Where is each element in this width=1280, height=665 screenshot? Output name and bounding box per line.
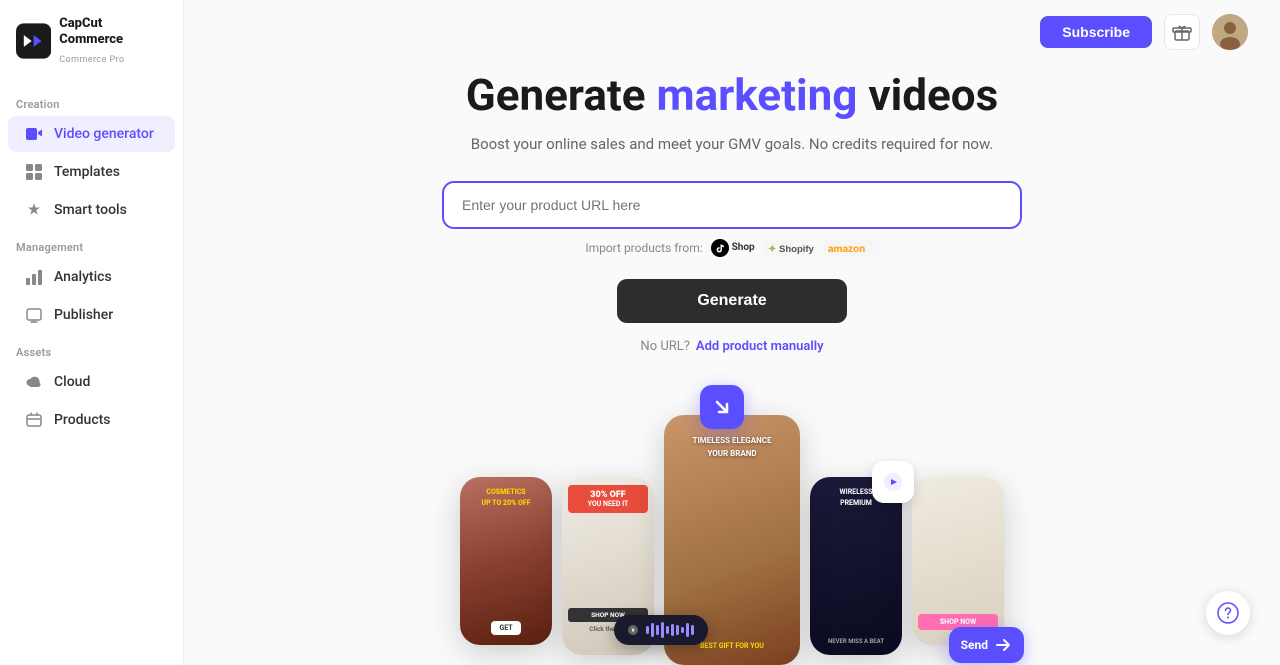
phone-model-container: Send SHOP NOW — [912, 477, 1004, 645]
video-icon — [24, 124, 44, 144]
app-logo: CapCut Commerce Commerce Pro — [0, 16, 183, 86]
amazon-logo: amazon — [823, 239, 879, 257]
gift-button[interactable] — [1164, 14, 1200, 50]
waveform-badge: ⏸ — [614, 615, 708, 645]
sidebar-item-label: Video generator — [54, 126, 154, 142]
sidebar-item-label: Smart tools — [54, 202, 127, 218]
preview-area: COSMETICSUP TO 20% OFF GET 30% OFF YOU N… — [402, 385, 1062, 665]
play-badge — [872, 461, 914, 503]
sidebar-item-products[interactable]: Products — [8, 402, 175, 438]
sidebar-section-management: Management — [0, 229, 183, 258]
sidebar-item-templates[interactable]: Templates — [8, 154, 175, 190]
sidebar: CapCut Commerce Commerce Pro Creation Vi… — [0, 0, 184, 665]
platform-logos: Shop ✦ Shopify amazon — [711, 239, 879, 257]
send-badge: Send — [949, 627, 1024, 663]
sidebar-item-analytics[interactable]: Analytics — [8, 259, 175, 295]
sidebar-section-creation: Creation — [0, 86, 183, 115]
generate-button[interactable]: Generate — [617, 279, 846, 323]
avatar-image — [1212, 14, 1248, 50]
add-product-link[interactable]: Add product manually — [696, 339, 824, 354]
phone-fashion-text: TIMELESS ELEGANCEYour Brand — [674, 435, 790, 461]
hero-subtitle: Boost your online sales and meet your GM… — [471, 135, 994, 153]
send-icon — [994, 636, 1012, 654]
gift-icon — [1172, 22, 1192, 42]
smart-tools-icon — [24, 200, 44, 220]
tiktok-shop-logo: Shop — [711, 239, 755, 257]
phone-fashion-container: ⏸ TIMELESS ELEGANCEYour Brand BEST GIFT … — [664, 415, 800, 665]
no-url-label: No URL? — [640, 339, 690, 354]
arrow-down-right-icon — [712, 397, 732, 417]
play-icon — [883, 472, 903, 492]
phone-cta: GET — [460, 615, 552, 635]
products-icon — [24, 410, 44, 430]
svg-text:amazon: amazon — [828, 244, 865, 255]
sidebar-item-smart-tools[interactable]: Smart tools — [8, 192, 175, 228]
sidebar-item-label: Templates — [54, 164, 120, 180]
no-url-row: No URL? Add product manually — [640, 339, 823, 354]
header: Subscribe — [184, 0, 1280, 64]
sidebar-item-label: Products — [54, 412, 111, 428]
sidebar-item-label: Cloud — [54, 374, 90, 390]
analytics-icon — [24, 267, 44, 287]
url-input-wrapper — [442, 181, 1022, 229]
capcut-logo-icon — [16, 23, 51, 59]
url-input[interactable] — [462, 197, 1002, 213]
phone-headphones-container: WIRELESSPREMIUM NEVER MISS A BEAT — [810, 477, 902, 655]
sidebar-item-cloud[interactable]: Cloud — [8, 364, 175, 400]
phone-overlay-text: COSMETICSUP TO 20% OFF — [466, 487, 546, 508]
sidebar-item-label: Analytics — [54, 269, 112, 285]
main-content: Subscribe Generate marketing videos Boos… — [184, 0, 1280, 665]
shopify-logo: ✦ Shopify — [763, 239, 815, 257]
sidebar-item-label: Publisher — [54, 307, 113, 323]
import-label: Import products from: — [585, 241, 702, 255]
cloud-icon — [24, 372, 44, 392]
help-icon — [1217, 602, 1239, 624]
import-row: Import products from: Shop ✦ Shopify — [585, 239, 878, 257]
headphones-sub: NEVER MISS A BEAT — [816, 638, 896, 645]
publisher-icon — [24, 305, 44, 325]
sidebar-section-assets: Assets — [0, 334, 183, 363]
phone-cosmetics: COSMETICSUP TO 20% OFF GET — [460, 477, 552, 645]
svg-text:Shopify: Shopify — [779, 244, 815, 255]
user-avatar[interactable] — [1212, 14, 1248, 50]
arrow-badge — [700, 385, 744, 429]
send-label: Send — [961, 638, 988, 652]
sale-badge: 30% OFF YOU NEED IT — [568, 485, 648, 513]
sidebar-item-publisher[interactable]: Publisher — [8, 297, 175, 333]
svg-text:✦: ✦ — [768, 244, 776, 255]
tiktok-icon — [711, 239, 729, 257]
help-button[interactable] — [1206, 591, 1250, 635]
phone-headphones: WIRELESSPREMIUM NEVER MISS A BEAT — [810, 477, 902, 655]
hero-section: Generate marketing videos Boost your onl… — [184, 70, 1280, 354]
app-name: CapCut Commerce Commerce Pro — [59, 16, 167, 66]
sidebar-item-video-generator[interactable]: Video generator — [8, 116, 175, 152]
waveform-bars — [646, 622, 694, 638]
hero-title: Generate marketing videos — [466, 70, 999, 121]
subscribe-button[interactable]: Subscribe — [1040, 16, 1152, 48]
phone-model: SHOP NOW — [912, 477, 1004, 645]
templates-icon — [24, 162, 44, 182]
